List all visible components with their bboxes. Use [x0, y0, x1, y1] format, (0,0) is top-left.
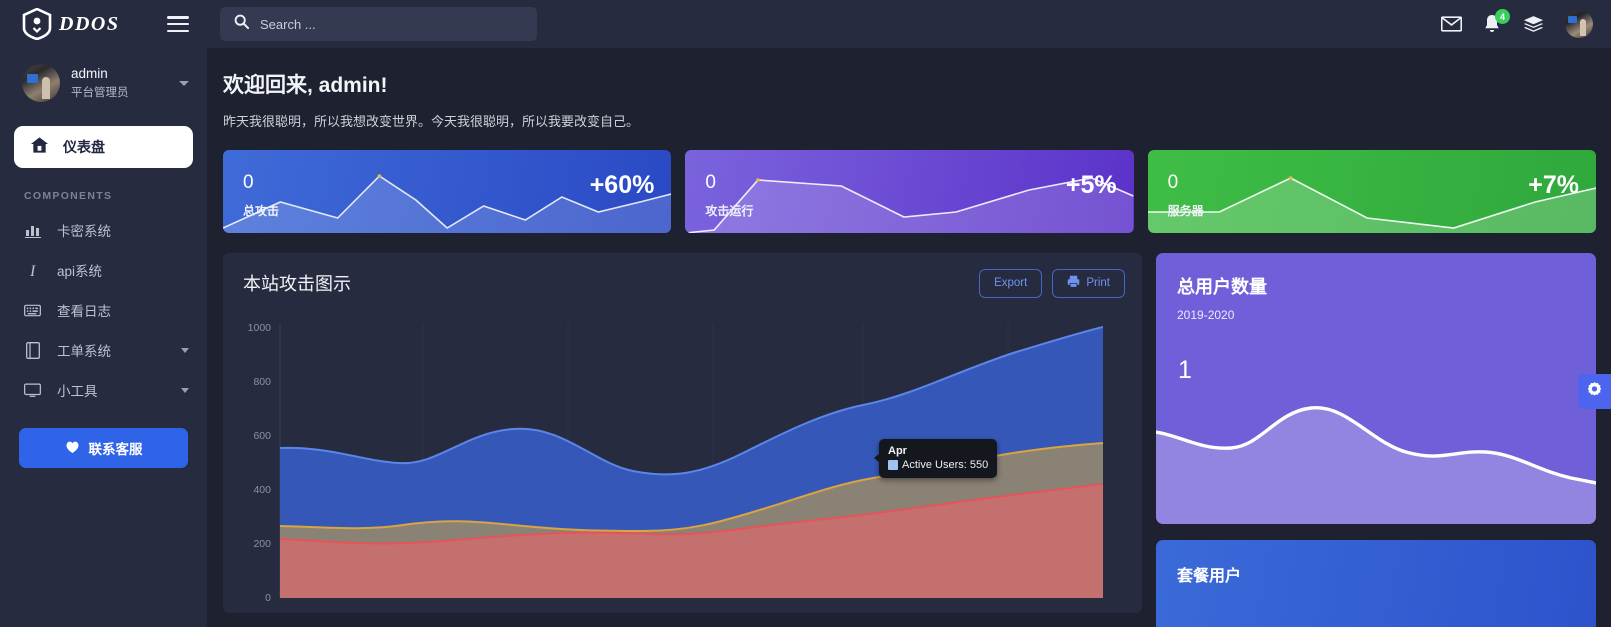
- hamburger-icon[interactable]: [167, 16, 189, 32]
- search-box[interactable]: [220, 7, 537, 41]
- topbar-icons: 4: [1440, 9, 1597, 38]
- plan-users-card[interactable]: 套餐用户: [1156, 540, 1596, 627]
- welcome-subtitle: 昨天我很聪明，所以我想改变世界。今天我很聪明，所以我要改变自己。: [223, 114, 640, 129]
- search-icon: [234, 14, 250, 34]
- chart-title: 本站攻击图示: [243, 274, 351, 294]
- sidebar-item-label: 工单系统: [57, 344, 111, 359]
- y-tick-1000: 1000: [248, 322, 272, 334]
- keyboard-icon: [24, 302, 41, 319]
- export-button-label: Export: [994, 277, 1028, 289]
- printer-icon: [1067, 275, 1080, 291]
- chart-body: 1000 800 600 400 200 0: [223, 313, 1142, 613]
- print-button[interactable]: Print: [1052, 268, 1125, 298]
- stat-label: 总攻击: [243, 204, 280, 218]
- y-tick-0: 0: [265, 592, 271, 604]
- layers-icon[interactable]: [1522, 13, 1544, 35]
- chevron-down-icon[interactable]: [181, 387, 189, 393]
- gear-icon: [1586, 381, 1603, 403]
- stat-percent: +7%: [1528, 171, 1579, 199]
- tooltip-text: Active Users: 550: [902, 459, 989, 471]
- brand[interactable]: DDOS: [22, 8, 119, 40]
- topbar: 4: [207, 0, 1611, 48]
- attack-chart-panel: 本站攻击图示 Export Print 1000 800 600 400 200…: [223, 253, 1142, 613]
- stat-value: 0: [705, 172, 716, 193]
- sidebar-item-label: 仪表盘: [63, 139, 105, 155]
- monitor-icon: [24, 382, 41, 399]
- contact-support-label: 联系客服: [88, 442, 143, 457]
- print-button-label: Print: [1086, 277, 1110, 289]
- avatar: [22, 64, 60, 102]
- stat-cards-row: 0 总攻击 +60% 0 攻击运行 +5% 0 服务器 +7%: [223, 150, 1596, 233]
- sidebar-item-view-logs[interactable]: 查看日志: [0, 290, 207, 330]
- y-tick-600: 600: [253, 430, 271, 442]
- sidebar-user-role: 平台管理员: [71, 87, 129, 99]
- sidebar-item-label: 卡密系统: [57, 224, 111, 239]
- plan-users-title: 套餐用户: [1177, 568, 1242, 585]
- sidebar-brand-row: DDOS: [0, 0, 207, 48]
- home-icon: [30, 136, 49, 159]
- heart-icon: [65, 440, 80, 457]
- stat-percent: +60%: [589, 171, 655, 199]
- book-icon: [24, 341, 41, 359]
- total-users-sparkline: [1156, 406, 1596, 524]
- shield-home-icon: [22, 8, 52, 40]
- chart-actions: Export Print: [979, 268, 1125, 298]
- sidebar-user-name: admin: [71, 66, 108, 81]
- right-column: 总用户数量 2019-2020 1 套餐用户: [1156, 253, 1596, 627]
- stat-label: 服务器: [1167, 204, 1204, 218]
- dashboard-page: DDOS admin 平台管理员 仪表盘 COMPONENTS 卡密系统 I a…: [0, 0, 1611, 627]
- settings-tab-button[interactable]: [1578, 374, 1611, 409]
- content: 欢迎回来, admin! 昨天我很聪明，所以我想改变世界。今天我很聪明，所以我要…: [207, 48, 1611, 627]
- tooltip-title: Apr: [888, 445, 907, 457]
- total-users-range: 2019-2020: [1177, 308, 1235, 322]
- search-input[interactable]: [260, 16, 523, 32]
- sidebar-user[interactable]: admin 平台管理员: [0, 48, 207, 116]
- chart-header: 本站攻击图示 Export Print: [223, 253, 1142, 313]
- export-button[interactable]: Export: [979, 268, 1043, 298]
- y-tick-200: 200: [253, 538, 271, 550]
- caret-down-icon[interactable]: [179, 80, 189, 86]
- stat-card-servers[interactable]: 0 服务器 +7%: [1147, 150, 1596, 233]
- sidebar-item-label: 小工具: [57, 384, 98, 399]
- avatar[interactable]: [1565, 10, 1593, 38]
- bar-chart-icon: [24, 222, 41, 239]
- total-users-title: 总用户数量: [1177, 277, 1267, 297]
- stat-card-total-attacks[interactable]: 0 总攻击 +60%: [223, 150, 672, 233]
- sidebar-item-card-system[interactable]: 卡密系统: [0, 210, 207, 250]
- bell-icon[interactable]: 4: [1481, 9, 1510, 35]
- notification-badge: 4: [1495, 9, 1510, 24]
- sidebar-item-ticket-system[interactable]: 工单系统: [0, 330, 207, 370]
- stat-value: 0: [1167, 172, 1179, 193]
- stat-card-attacks-running[interactable]: 0 攻击运行 +5%: [685, 150, 1134, 233]
- brand-name: DDOS: [59, 12, 120, 35]
- sidebar: DDOS admin 平台管理员 仪表盘 COMPONENTS 卡密系统 I a…: [0, 0, 207, 627]
- page-title: 欢迎回来, admin!: [223, 74, 388, 97]
- chart-tooltip: Apr Active Users: 550: [873, 439, 998, 478]
- sidebar-item-api-system[interactable]: I api系统: [0, 250, 207, 290]
- sidebar-item-dashboard[interactable]: 仪表盘: [14, 126, 193, 168]
- svg-text:I: I: [29, 263, 36, 278]
- italic-i-icon: I: [24, 262, 41, 279]
- y-tick-800: 800: [253, 376, 271, 388]
- total-users-card[interactable]: 总用户数量 2019-2020 1: [1156, 253, 1596, 524]
- sidebar-section-label: COMPONENTS: [24, 190, 113, 202]
- tooltip-swatch-icon: [888, 460, 898, 470]
- stat-label: 攻击运行: [705, 204, 754, 218]
- tooltip-row: Active Users: 550: [888, 459, 988, 471]
- sidebar-item-label: 查看日志: [57, 304, 111, 319]
- envelope-icon[interactable]: [1440, 13, 1462, 35]
- main-area: 4 欢迎回来, admin! 昨天我很聪明，所以我想改变世界。今天我很聪明，所以…: [207, 0, 1611, 627]
- chevron-down-icon[interactable]: [181, 347, 189, 353]
- y-tick-400: 400: [253, 484, 271, 496]
- sidebar-item-tools[interactable]: 小工具: [0, 370, 207, 410]
- stat-percent: +5%: [1065, 171, 1117, 199]
- sidebar-item-label: api系统: [57, 264, 103, 279]
- contact-support-button[interactable]: 联系客服: [19, 428, 188, 468]
- stat-value: 0: [243, 172, 254, 193]
